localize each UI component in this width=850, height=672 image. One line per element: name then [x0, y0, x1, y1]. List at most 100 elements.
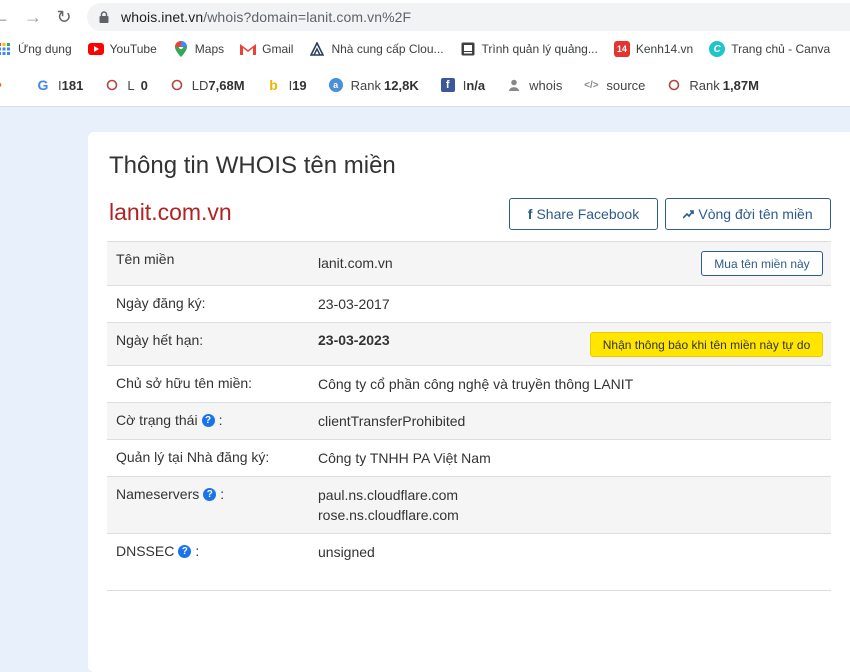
notify-when-free-button[interactable]: Nhận thông báo khi tên miền này tự do: [590, 332, 823, 357]
ext-prefix: Rank: [689, 77, 720, 93]
ext-alexa-rank[interactable]: a Rank 12,8K: [328, 77, 419, 93]
ext-value: 1,87M: [722, 77, 759, 93]
ext-google-index[interactable]: G I 181: [36, 77, 84, 93]
row-label: Chủ sở hữu tên miền:: [116, 375, 253, 391]
table-row-domain: Tên miền lanit.com.vn Mua tên miền này: [107, 242, 831, 286]
ext-prefix: L: [127, 77, 135, 93]
ext-prefix: LD: [191, 77, 209, 93]
row-label: Quản lý tại Nhà đăng ký:: [116, 449, 270, 465]
kenh14-icon: 14: [613, 41, 630, 57]
nameserver-item: paul.ns.cloudflare.com: [318, 487, 459, 503]
row-label: Nameservers ? :: [116, 486, 224, 502]
help-icon[interactable]: ?: [201, 413, 215, 427]
whois-card: Thông tin WHOIS tên miền lanit.com.vn f …: [88, 132, 850, 672]
ext-whois[interactable]: whois: [507, 78, 562, 93]
row-label: Ngày hết hạn:: [116, 332, 204, 348]
ext-linking-domains[interactable]: LD 7,68M: [170, 78, 245, 93]
domain-heading: lanit.com.vn: [109, 199, 232, 225]
circle-icon: [667, 78, 681, 92]
table-row-registered: Ngày đăng ký: 23-03-2017: [107, 286, 831, 323]
ext-bing-index[interactable]: b I 19: [267, 77, 307, 93]
row-value: Công ty cổ phần công nghệ và truyền thôn…: [318, 376, 634, 392]
row-label: Ngày đăng ký:: [116, 295, 206, 311]
facebook-f-icon: f: [527, 206, 533, 222]
cloud-provider-icon: [309, 41, 325, 57]
whois-table: Tên miền lanit.com.vn Mua tên miền này N…: [107, 241, 831, 591]
dnssec-label: DNSSEC: [116, 543, 175, 559]
nameserver-item: rose.ns.cloudflare.com: [318, 507, 459, 523]
row-value: Công ty TNHH PA Việt Nam: [318, 450, 491, 466]
bookmark-label: Kenh14.vn: [635, 42, 694, 56]
bookmark-apps[interactable]: Ứng dụng: [0, 41, 72, 57]
circle-icon: [105, 78, 119, 92]
page-title: Thông tin WHOIS tên miền: [109, 152, 396, 179]
ext-value: n/a: [466, 77, 486, 93]
ext-prefix: Rank: [350, 77, 382, 93]
ext-value: 181: [61, 77, 84, 93]
status-label: Cờ trạng thái: [116, 412, 198, 428]
reload-icon[interactable]: ↻: [53, 6, 75, 28]
ext-value: 19: [292, 77, 307, 93]
code-icon: </>: [584, 79, 599, 91]
apps-grid-icon: [0, 41, 12, 57]
ads-manager-icon: [460, 41, 476, 57]
person-icon: [507, 78, 521, 92]
domain-link[interactable]: lanit.com.vn: [318, 253, 393, 273]
bookmark-label: Trang chủ - Canva: [731, 42, 831, 56]
ext-facebook[interactable]: f In/a: [440, 77, 486, 93]
table-row-expires: Ngày hết hạn: 23-03-2023 Nhận thông báo …: [107, 323, 831, 366]
status-suffix: :: [218, 412, 223, 428]
bookmark-label: Trình quản lý quảng...: [481, 42, 598, 56]
domain-lifecycle-label: Vòng đời tên miền: [698, 206, 813, 222]
buy-domain-button[interactable]: Mua tên miền này: [701, 251, 823, 276]
circle-icon: [170, 78, 184, 92]
nameservers-suffix: :: [220, 486, 225, 502]
table-row-status: Cờ trạng thái ? : clientTransferProhibit…: [107, 403, 831, 440]
url-bar[interactable]: whois.inet.vn/whois?domain=lanit.com.vn%…: [87, 3, 850, 31]
row-value: unsigned: [318, 544, 375, 560]
youtube-icon: [87, 41, 104, 57]
domain-lifecycle-button[interactable]: Vòng đời tên miền: [665, 198, 831, 230]
bookmark-ads-manager[interactable]: Trình quản lý quảng...: [460, 41, 598, 57]
help-icon[interactable]: ?: [178, 544, 192, 558]
row-label: DNSSEC ? :: [116, 543, 199, 559]
ext-item-partial[interactable]: ●: [0, 78, 14, 92]
circle-icon: ●: [0, 78, 6, 92]
table-row-nameservers: Nameservers ? : paul.ns.cloudflare.com r…: [107, 477, 831, 534]
bookmark-canva[interactable]: C Trang chủ - Canva: [709, 41, 830, 57]
bookmark-kenh14[interactable]: 14 Kenh14.vn: [613, 41, 694, 57]
ext-source[interactable]: </> source: [584, 78, 645, 93]
bookmark-gmail[interactable]: Gmail: [240, 41, 293, 57]
ext-rank[interactable]: Rank 1,87M: [667, 78, 759, 93]
table-row-registrar: Quản lý tại Nhà đăng ký: Công ty TNHH PA…: [107, 440, 831, 477]
bing-icon: b: [269, 77, 278, 93]
address-bar-row: ← → ↻ whois.inet.vn/whois?domain=lanit.c…: [0, 0, 850, 34]
ext-prefix: whois: [529, 77, 563, 93]
bookmark-label: YouTube: [109, 42, 157, 56]
gmail-icon: [240, 41, 257, 57]
share-facebook-label: Share Facebook: [536, 206, 640, 222]
bookmark-maps[interactable]: Maps: [173, 41, 224, 57]
table-row-owner: Chủ sở hữu tên miền: Công ty cổ phần côn…: [107, 366, 831, 403]
row-label: Tên miền: [116, 251, 175, 267]
bookmark-cloud-provider[interactable]: Nhà cung cấp Clou...: [309, 41, 444, 57]
google-icon: G: [37, 77, 49, 93]
facebook-icon: f: [440, 78, 455, 92]
maps-pin-icon: [173, 41, 189, 57]
bookmark-youtube[interactable]: YouTube: [87, 41, 157, 57]
share-facebook-button[interactable]: f Share Facebook: [509, 198, 658, 230]
ext-links[interactable]: L0: [105, 77, 148, 93]
lock-icon[interactable]: [97, 10, 111, 24]
forward-arrow-icon[interactable]: →: [22, 6, 44, 28]
help-icon[interactable]: ?: [203, 487, 217, 501]
ext-value: 0: [140, 77, 148, 93]
back-arrow-icon[interactable]: ←: [0, 6, 12, 28]
row-value: 23-03-2017: [318, 296, 390, 312]
bookmark-label: Gmail: [262, 42, 294, 56]
canva-icon: C: [709, 41, 726, 57]
alexa-icon: a: [328, 78, 343, 92]
url-text[interactable]: whois.inet.vn/whois?domain=lanit.com.vn%…: [121, 9, 411, 25]
table-row-dnssec: DNSSEC ? : unsigned: [107, 534, 831, 591]
trend-up-icon: [682, 206, 695, 222]
row-label: Cờ trạng thái ? :: [116, 412, 222, 428]
